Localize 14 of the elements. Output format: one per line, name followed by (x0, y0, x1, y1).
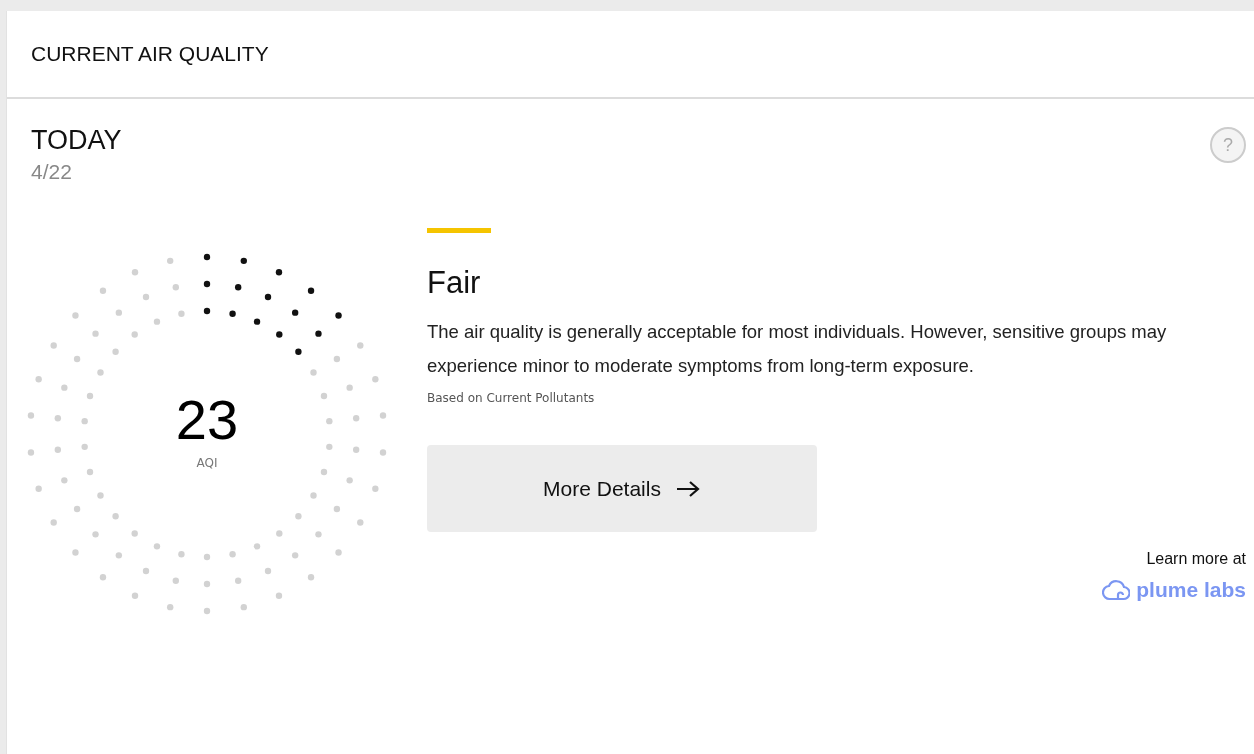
plume-labs-link[interactable]: plume labs (1102, 578, 1246, 602)
aqi-value: 23 (175, 392, 239, 448)
learn-more-text: Learn more at (1146, 550, 1246, 568)
more-details-button[interactable]: More Details (427, 445, 817, 532)
aqi-unit: AQI (196, 456, 218, 470)
day-label: TODAY (31, 125, 122, 156)
section-title: CURRENT AIR QUALITY (31, 42, 269, 66)
cloud-icon (1102, 578, 1131, 602)
status-description: The air quality is generally acceptable for most individuals. However, sensitive groups may experience minor to moderate symptoms from long-term exposure. (427, 320, 1168, 378)
basis-note: Based on Current Pollutants (427, 391, 595, 405)
help-icon[interactable]: ? (1210, 127, 1246, 163)
date-label: 4/22 (31, 160, 73, 184)
status-title: Fair (427, 265, 481, 301)
arrow-right-icon (674, 479, 701, 498)
